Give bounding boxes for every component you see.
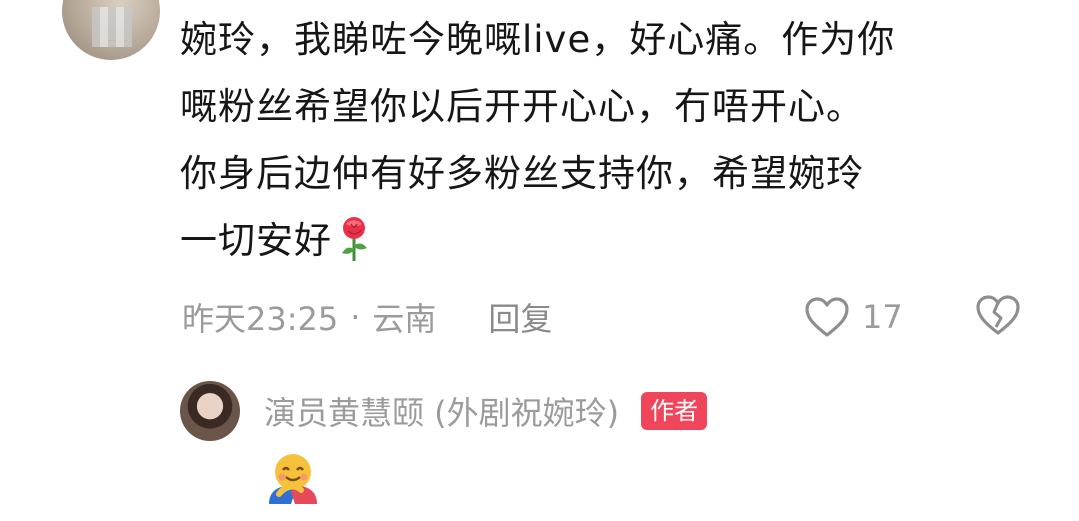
comment-time: 昨天23:25 [182,300,339,338]
comment-location: 云南 [372,300,437,338]
broken-heart-icon [976,295,1020,335]
comment-meta: 昨天23:25 · 云南 回复 [182,292,552,342]
author-avatar[interactable] [180,381,240,441]
comment-line: 一切安好 [180,207,1050,274]
author-reply-header: 演员黄慧颐 (外剧祝婉玲) 作者 [180,380,708,442]
like-button[interactable]: 17 [804,292,903,342]
comment-line-text: 一切安好 [180,219,332,262]
like-count: 17 [862,298,903,336]
smiling-face-with-hugging-hands-emoji [269,454,317,504]
reply-button[interactable]: 回复 [488,294,552,340]
dislike-button[interactable] [975,294,1021,340]
comment-line: 你身后边仲有好多粉丝支持你，希望婉玲 [180,152,864,195]
commenter-avatar[interactable] [62,0,160,60]
comment-line: 嘅粉丝希望你以后开开心心，冇唔开心。 [180,85,864,128]
rose-emoji [342,217,367,261]
author-badge: 作者 [641,392,708,430]
comment-text: 婉玲，我睇咗今晚嘅live，好心痛。作为你 嘅粉丝希望你以后开开心心，冇唔开心。… [180,6,1050,274]
comment-line: 婉玲，我睇咗今晚嘅live，好心痛。作为你 [180,18,896,61]
heart-icon [805,297,849,337]
meta-separator: · [350,298,361,336]
author-name[interactable]: 演员黄慧颐 (外剧祝婉玲) [264,388,619,434]
